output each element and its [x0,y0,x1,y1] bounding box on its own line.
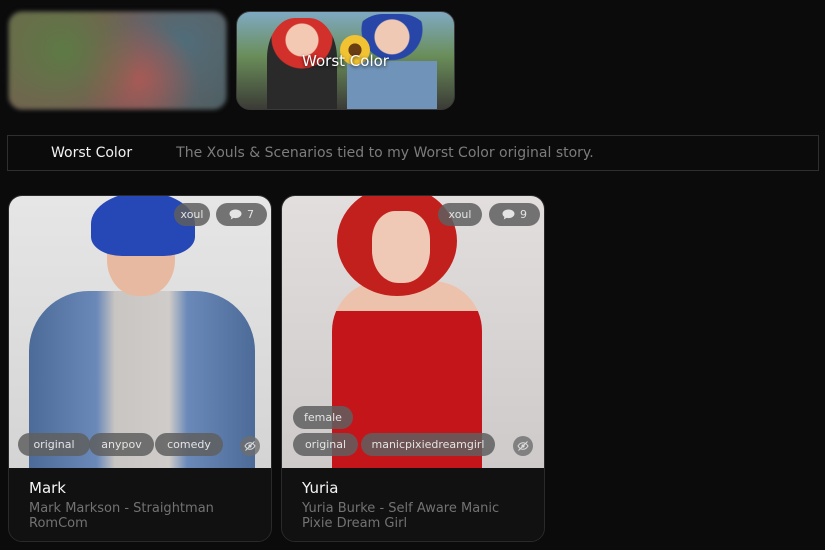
character-name: Yuria [302,479,339,497]
character-subtitle: Mark Markson - Straightman RomCom [29,501,214,531]
character-name: Mark [29,479,66,497]
comment-count-badge[interactable]: 9 [489,203,540,226]
tag-female[interactable]: female [293,406,353,429]
character-portrait [9,196,271,481]
collection-info-bar: Worst Color The Xouls & Scenarios tied t… [7,135,819,171]
comment-icon [502,209,515,220]
eye-off-icon [244,441,256,451]
character-subtitle: Yuria Burke - Self Aware Manic Pixie Dre… [302,501,500,531]
hide-button[interactable] [240,436,260,456]
tag-anypov[interactable]: anypov [89,433,154,456]
collection-tile-label: Worst Color [302,52,389,70]
card-footer: Mark Mark Markson - Straightman RomCom [9,468,271,541]
collection-tile-worst-color[interactable]: Worst Color [236,11,455,110]
card-footer: Yuria Yuria Burke - Self Aware Manic Pix… [282,468,544,541]
xoul-badge: xoul [438,203,482,226]
xoul-badge: xoul [174,203,210,226]
tag-original[interactable]: original [18,433,90,456]
comment-icon [229,209,242,220]
collection-description: The Xouls & Scenarios tied to my Worst C… [176,145,594,161]
character-card-mark[interactable]: xoul 7 original anypov comedy Mark Mark … [8,195,272,542]
comment-count: 9 [520,208,527,221]
eye-off-icon [517,441,529,451]
collection-title: Worst Color [51,145,133,161]
hide-button[interactable] [513,436,533,456]
tag-comedy[interactable]: comedy [155,433,223,456]
comment-count-badge[interactable]: 7 [216,203,267,226]
character-card-yuria[interactable]: xoul 9 female original manicpixiedreamgi… [281,195,545,542]
tag-original[interactable]: original [293,433,358,456]
comment-count: 7 [247,208,254,221]
collection-tile-blurred[interactable] [8,11,227,110]
tag-manicpixiedreamgirl[interactable]: manicpixiedreamgirl [361,433,495,456]
